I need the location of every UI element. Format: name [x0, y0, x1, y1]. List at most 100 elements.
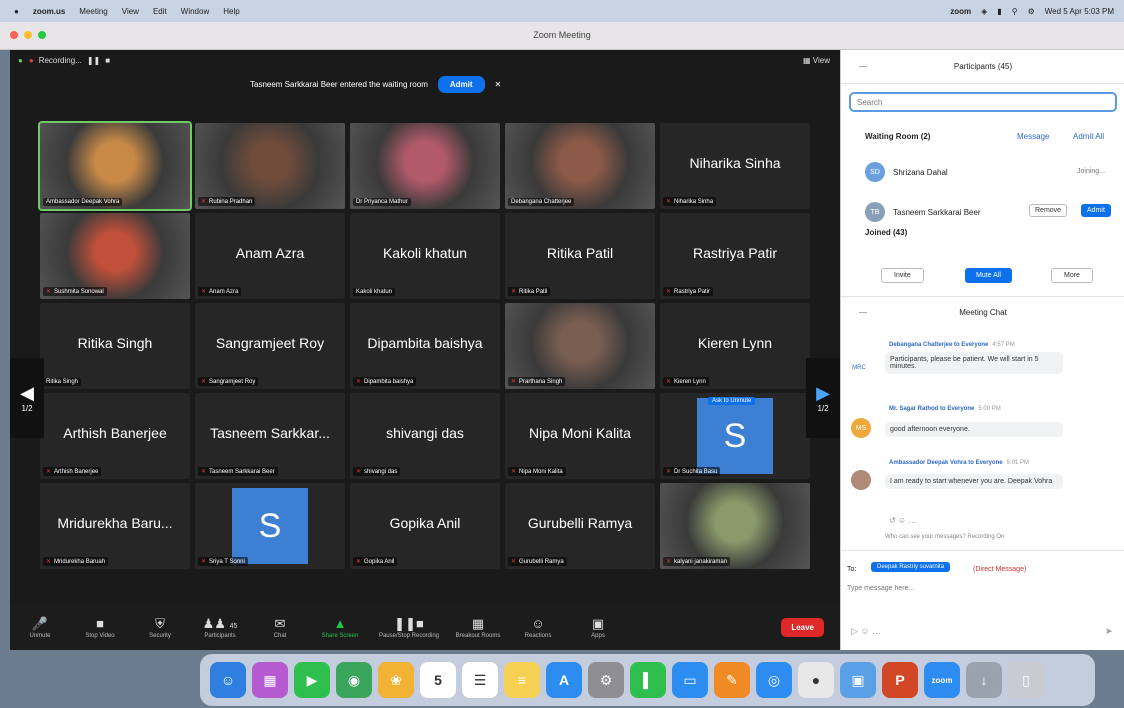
participant-tile[interactable]: ✕ Sushmita Sonowal [40, 213, 190, 299]
participant-tile[interactable]: Ambassador Deepak Vohra [38, 121, 192, 211]
participant-search-input[interactable] [849, 92, 1117, 112]
menu-view[interactable]: View [122, 7, 139, 16]
minimize-panel-icon[interactable]: — [859, 50, 867, 84]
dock-pages-icon[interactable]: ✎ [714, 662, 750, 698]
dock-downloads-icon[interactable]: ↓ [966, 662, 1002, 698]
shield-icon[interactable]: ● [18, 56, 23, 65]
message-button[interactable]: Message [1017, 132, 1049, 141]
recipient-select[interactable]: Deepak Rastriy suvarnita [871, 562, 951, 572]
stop-recording-icon[interactable]: ■ [105, 56, 110, 65]
previous-page-button[interactable]: ◀ 1/2 [10, 358, 44, 438]
menu-app[interactable]: zoom.us [33, 7, 65, 16]
participant-tile[interactable]: Rastriya Patir ✕ Rastriya Patir [660, 213, 810, 299]
menu-meeting[interactable]: Meeting [79, 7, 107, 16]
chat-message-input[interactable] [847, 580, 1117, 596]
control-center-icon[interactable]: ⚙ [1028, 7, 1035, 16]
participant-tile[interactable]: Niharika Sinha ✕ Niharika Sinha [660, 123, 810, 209]
security-button[interactable]: ⛨ Security [130, 616, 190, 639]
dock-reminders-icon[interactable]: ☰ [462, 662, 498, 698]
view-button[interactable]: ▦ View [803, 56, 830, 65]
participant-tile[interactable]: Sangramjeet Roy ✕ Sangramjeet Roy [195, 303, 345, 389]
apple-icon[interactable]: ● [14, 7, 19, 16]
ask-to-unmute-button[interactable]: Ask to Unmute [708, 397, 756, 405]
reactions-button[interactable]: ☺ Reactions [508, 616, 568, 639]
dock-finder-icon[interactable]: ☺ [210, 662, 246, 698]
participant-tile[interactable]: Gurubelli Ramya ✕ Gurubelli Ramya [505, 483, 655, 569]
participant-tile[interactable]: Dipambita baishya ✕ Dipambita baishya [350, 303, 500, 389]
participant-tile[interactable]: Debangana Chatterjee [505, 123, 655, 209]
dock-app-store-icon[interactable]: A [546, 662, 582, 698]
share-screen-button[interactable]: ▲ Share Screen [310, 616, 370, 639]
participant-tile[interactable]: Gopika Anil ✕ Gopika Anil [350, 483, 500, 569]
apps-button[interactable]: ▣ Apps [568, 616, 628, 639]
next-page-button[interactable]: ▶ 1/2 [806, 358, 840, 438]
participant-tile[interactable]: S Ask to Unmute ✕ Dr Suchita Basu [660, 393, 810, 479]
participant-tile[interactable]: S ✕ Sriya T Sonni [195, 483, 345, 569]
dock-trash-icon[interactable]: ▯ [1008, 662, 1044, 698]
dock-launchpad-icon[interactable]: ▦ [252, 662, 288, 698]
chat-button[interactable]: ✉ Chat [250, 616, 310, 639]
pause-stop-recording-button[interactable]: ❚❚■ Pause/Stop Recording [370, 616, 448, 639]
menu-edit[interactable]: Edit [153, 7, 167, 16]
menu-window[interactable]: Window [181, 7, 209, 16]
waiting-room-label[interactable]: Waiting Room (2) [865, 132, 930, 141]
participant-tile[interactable]: Ritika Singh Ritika Singh [40, 303, 190, 389]
participant-tile[interactable]: Ritika Patil ✕ Ritika Patil [505, 213, 655, 299]
dock-notes-icon[interactable]: ≡ [504, 662, 540, 698]
participant-name: kalyani janakiraman [674, 559, 728, 565]
participant-tile[interactable]: ✕ Rubina Pradhan [195, 123, 345, 209]
chat-format-icons[interactable]: ▷ ☺ … [851, 626, 881, 637]
dock-preview-icon[interactable]: ▣ [840, 662, 876, 698]
close-icon[interactable]: ✕ [495, 80, 502, 89]
direct-message-label: (Direct Message) [973, 566, 1027, 573]
clock[interactable]: Wed 5 Apr 5:03 PM [1045, 7, 1114, 16]
dock-chrome-icon[interactable]: ● [798, 662, 834, 698]
dock-numbers-icon[interactable]: ▌ [630, 662, 666, 698]
participant-tile[interactable]: Kakoli khatun Kakoli khatun [350, 213, 500, 299]
dock-system-preferences-icon[interactable]: ⚙ [588, 662, 624, 698]
dock-calendar-icon[interactable]: 5 [420, 662, 456, 698]
dock-maps-icon[interactable]: ◉ [336, 662, 372, 698]
participant-tile[interactable]: Nipa Moni Kalita ✕ Nipa Moni Kalita [505, 393, 655, 479]
invite-button[interactable]: Invite [881, 268, 924, 283]
who-can-see-messages[interactable]: Who can see your messages? Recording On [885, 534, 1004, 540]
stop-video-button[interactable]: ■ Stop Video [70, 616, 130, 639]
unmute-button[interactable]: 🎤 Unmute [10, 616, 70, 639]
recording-indicator[interactable]: ● Recording... ❚❚ ■ [29, 56, 110, 65]
send-icon[interactable]: ➤ [1105, 626, 1113, 637]
remove-button[interactable]: Remove [1029, 204, 1068, 217]
admit-participant-button[interactable]: Admit [1081, 204, 1111, 217]
participant-tile[interactable]: ✕ kalyani janakiraman [660, 483, 810, 569]
admit-all-button[interactable]: Admit All [1073, 132, 1104, 141]
dock-powerpoint-icon[interactable]: P [882, 662, 918, 698]
search-icon[interactable]: ⚲ [1012, 7, 1018, 16]
participant-tile[interactable]: Anam Azra ✕ Anam Azra [195, 213, 345, 299]
participant-tile[interactable]: Tasneem Sarkkar... ✕ Tasneem Sarkkarai Bee… [195, 393, 345, 479]
wifi-icon[interactable]: ◈ [981, 7, 987, 16]
admit-button[interactable]: Admit [437, 76, 485, 93]
page-indicator-left: 1/2 [21, 404, 33, 413]
leave-button[interactable]: Leave [781, 617, 824, 637]
participant-tile[interactable]: shivangi das ✕ shivangi das [350, 393, 500, 479]
dock-safari-icon[interactable]: ◎ [756, 662, 792, 698]
more-button[interactable]: More [1051, 268, 1093, 283]
participant-tile[interactable]: Dr Priyanca Mathur [350, 123, 500, 209]
menu-help[interactable]: Help [223, 7, 239, 16]
battery-icon[interactable]: ▮ [997, 7, 1001, 16]
participant-tile[interactable]: ✕ Prarthana Singh [505, 303, 655, 389]
participant-tile[interactable]: Mridurekha Baru... ✕ Mridurekha Baruah [40, 483, 190, 569]
zoom-status-icon[interactable]: zoom [950, 7, 971, 16]
participant-tile[interactable]: Kieren Lynn ✕ Kieren Lynn [660, 303, 810, 389]
dock-zoom-icon[interactable]: zoom [924, 662, 960, 698]
participant-name-label: ✕ Niharika Sinha [663, 197, 717, 206]
reply-reaction-icons[interactable]: ↺ ☺ … [889, 516, 916, 525]
participants-button[interactable]: ♟♟ 45 Participants [190, 616, 250, 639]
dock-facetime-icon[interactable]: ▶ [294, 662, 330, 698]
breakout-rooms-button[interactable]: ▦ Breakout Rooms [448, 616, 508, 639]
mute-all-button[interactable]: Mute All [965, 268, 1012, 283]
dock-photos-icon[interactable]: ❀ [378, 662, 414, 698]
pause-recording-icon[interactable]: ❚❚ [87, 56, 100, 65]
participant-tile[interactable]: Arthish Banerjee ✕ Arthish Banerjee [40, 393, 190, 479]
dock-keynote-icon[interactable]: ▭ [672, 662, 708, 698]
joined-label[interactable]: Joined (43) [865, 228, 907, 237]
